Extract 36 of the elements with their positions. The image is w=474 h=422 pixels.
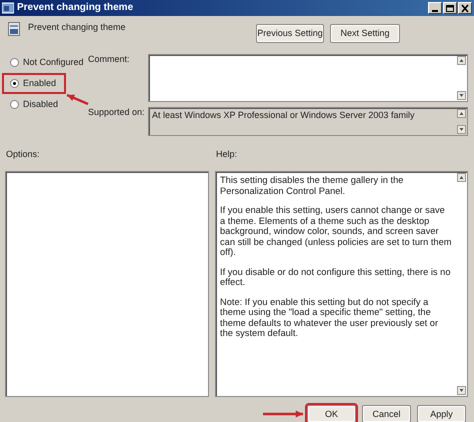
- arrow-annotation: [66, 94, 89, 106]
- help-paragraph: If you enable this setting, users cannot change or save a theme. Elements of a theme such as the desktop background, window color, sounds, and screen saver can still be changed (unless policies are set to turn them off).: [220, 205, 452, 258]
- maximize-button[interactable]: [443, 2, 457, 14]
- scroll-down-icon[interactable]: [457, 91, 466, 100]
- state-radio[interactable]: Enabled: [4, 75, 64, 92]
- minimize-button[interactable]: [428, 2, 442, 14]
- supported-on-label: Supported on:: [88, 107, 146, 118]
- help-label: Help:: [216, 149, 238, 161]
- options-label: Options:: [6, 149, 41, 161]
- state-radio[interactable]: Not Configured: [8, 56, 86, 69]
- ok-button[interactable]: OK: [307, 405, 356, 422]
- scroll-up-icon[interactable]: [457, 173, 466, 182]
- comment-label: Comment:: [88, 54, 131, 66]
- close-icon: [460, 4, 470, 12]
- next-setting-button[interactable]: Next Setting: [330, 24, 400, 43]
- help-paragraph: If you disable or do not configure this setting, there is no effect.: [220, 266, 452, 288]
- help-paragraph: This setting disables the theme gallery in the Personalization Control Panel.: [220, 175, 404, 196]
- supported-on-text: At least Windows XP Professional or Windows Server 2003 family: [151, 109, 416, 122]
- maximize-icon: [445, 4, 455, 12]
- scroll-down-icon[interactable]: [457, 125, 466, 134]
- minimize-icon: [432, 10, 438, 12]
- previous-setting-button[interactable]: Previous Setting: [256, 24, 324, 43]
- app-icon: [2, 2, 14, 14]
- apply-button[interactable]: Apply: [417, 405, 466, 422]
- help-paragraph: Note: If you enable this setting but do not specify a theme using the "load a specific theme" setting, the theme defaults to whatever the user previously set or the system default.: [220, 296, 440, 338]
- cancel-button[interactable]: Cancel: [362, 405, 411, 422]
- scroll-up-icon[interactable]: [457, 56, 466, 65]
- policy-icon: [8, 22, 20, 36]
- scroll-down-icon[interactable]: [457, 386, 466, 395]
- window-title: Prevent changing theme: [17, 2, 134, 14]
- setting-name: Prevent changing theme: [28, 22, 126, 33]
- scroll-up-icon[interactable]: [457, 109, 466, 118]
- comment-field[interactable]: [148, 54, 468, 102]
- close-button[interactable]: [458, 2, 472, 14]
- arrow-annotation: [263, 410, 303, 418]
- state-radio[interactable]: Disabled: [8, 98, 60, 111]
